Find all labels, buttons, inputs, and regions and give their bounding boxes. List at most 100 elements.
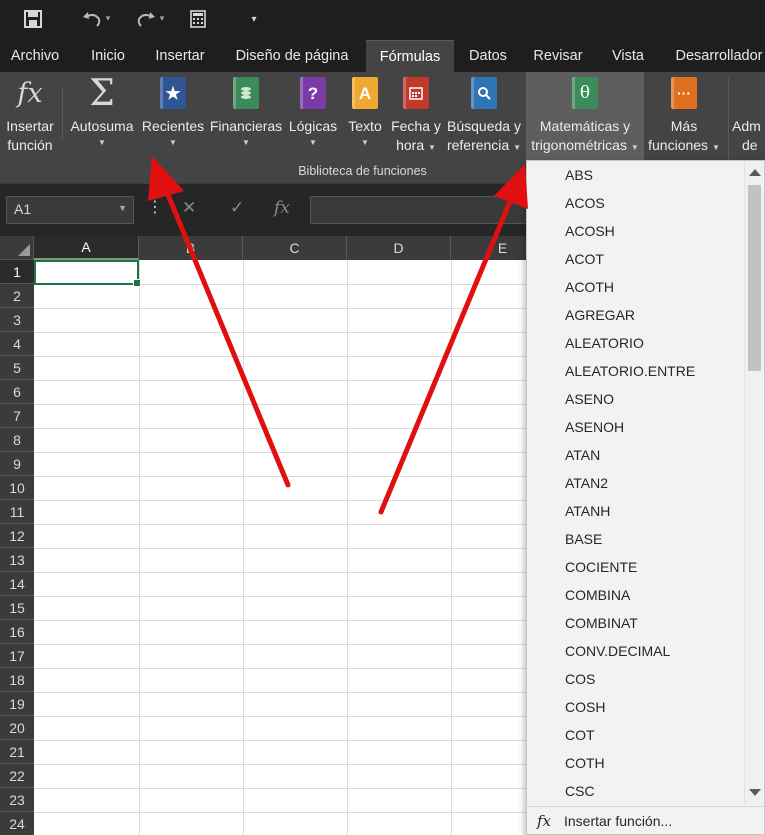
row-header[interactable]: 11: [0, 500, 34, 524]
redo-icon: [137, 12, 155, 27]
name-box-value: A1: [14, 201, 32, 217]
calendar-book-icon: [401, 76, 431, 110]
more-functions-button[interactable]: ··· Más funciones ▼: [646, 76, 722, 164]
row-header[interactable]: 12: [0, 524, 34, 548]
function-list-item[interactable]: ATANH: [527, 497, 745, 525]
row-header[interactable]: 24: [0, 812, 34, 835]
row-header[interactable]: 18: [0, 668, 34, 692]
financial-button[interactable]: Financieras ▼: [208, 76, 284, 164]
row-header[interactable]: 2: [0, 284, 34, 308]
name-box[interactable]: A1 ▼: [6, 196, 134, 224]
function-list-item[interactable]: ATAN: [527, 441, 745, 469]
lookup-button[interactable]: Búsqueda y referencia ▼: [444, 76, 524, 164]
column-header-c[interactable]: C: [243, 236, 347, 260]
insert-function-button[interactable]: fx Insertar función: [0, 76, 60, 164]
row-header[interactable]: 5: [0, 356, 34, 380]
insert-function-menu-item[interactable]: fx Insertar función...: [527, 806, 764, 835]
select-all-corner[interactable]: [0, 236, 34, 260]
function-list-item[interactable]: ACOT: [527, 245, 745, 273]
function-list-item[interactable]: CSC: [527, 777, 745, 804]
cancel-icon[interactable]: ✕: [182, 198, 196, 218]
row-header[interactable]: 19: [0, 692, 34, 716]
text-button[interactable]: A Texto ▼: [342, 76, 388, 164]
sigma-icon: Σ: [89, 72, 115, 114]
tab-inicio[interactable]: Inicio: [82, 40, 134, 72]
tab-formulas[interactable]: Fórmulas: [366, 40, 454, 72]
function-list-item[interactable]: ALEATORIO: [527, 329, 745, 357]
function-list-item[interactable]: ASENOH: [527, 413, 745, 441]
row-header[interactable]: 17: [0, 644, 34, 668]
row-header[interactable]: 15: [0, 596, 34, 620]
row-header[interactable]: 8: [0, 428, 34, 452]
row-header[interactable]: 7: [0, 404, 34, 428]
row-header[interactable]: 9: [0, 452, 34, 476]
row-header[interactable]: 14: [0, 572, 34, 596]
chevron-down-icon: ▾: [159, 14, 165, 24]
chevron-down-icon: ▼: [361, 138, 369, 147]
tab-datos[interactable]: Datos: [460, 40, 516, 72]
row-header[interactable]: 22: [0, 764, 34, 788]
quick-access-toolbar: ▾ ▾ ▾: [0, 0, 765, 40]
tab-archivo[interactable]: Archivo: [4, 40, 66, 72]
row-header[interactable]: 16: [0, 620, 34, 644]
row-header[interactable]: 4: [0, 332, 34, 356]
more-options-icon[interactable]: ⋮: [147, 197, 163, 216]
function-list-item[interactable]: BASE: [527, 525, 745, 553]
function-list-item[interactable]: COMBINAT: [527, 609, 745, 637]
column-gridline: [139, 260, 140, 835]
math-trig-label-1: Matemáticas y: [539, 118, 631, 134]
dropdown-scrollbar[interactable]: [744, 161, 764, 804]
function-list-item[interactable]: COSH: [527, 693, 745, 721]
tab-diseno-pagina[interactable]: Diseño de página: [224, 40, 360, 72]
row-header[interactable]: 13: [0, 548, 34, 572]
redo-button[interactable]: ▾: [128, 6, 172, 32]
math-trig-label-2: trigonométricas ▼: [531, 137, 639, 153]
tab-vista[interactable]: Vista: [602, 40, 654, 72]
datetime-button[interactable]: Fecha y hora ▼: [390, 76, 442, 164]
active-cell-a1[interactable]: [34, 260, 141, 287]
function-list-item[interactable]: ALEATORIO.ENTRE: [527, 357, 745, 385]
insert-function-label-1: Insertar: [6, 118, 54, 134]
save-icon[interactable]: [20, 6, 46, 32]
function-list-item[interactable]: ACOS: [527, 189, 745, 217]
function-list-item[interactable]: ASENO: [527, 385, 745, 413]
function-list-item[interactable]: CONV.DECIMAL: [527, 637, 745, 665]
logical-button[interactable]: ? Lógicas ▼: [286, 76, 340, 164]
undo-button[interactable]: ▾: [74, 6, 118, 32]
row-header[interactable]: 1: [0, 260, 34, 284]
name-manager-button[interactable]: Adm de: [732, 76, 765, 164]
function-list-item[interactable]: ABS: [527, 161, 745, 189]
row-header[interactable]: 3: [0, 308, 34, 332]
scroll-down-icon[interactable]: [749, 789, 761, 796]
fx-icon[interactable]: fx: [274, 198, 290, 218]
column-header-b[interactable]: B: [139, 236, 243, 260]
function-list-item[interactable]: COCIENTE: [527, 553, 745, 581]
row-header[interactable]: 21: [0, 740, 34, 764]
recent-label: Recientes: [141, 118, 205, 134]
row-header[interactable]: 20: [0, 716, 34, 740]
autosum-button[interactable]: Σ Autosuma ▼: [66, 72, 138, 164]
function-list-item[interactable]: COTH: [527, 749, 745, 777]
scroll-thumb[interactable]: [748, 185, 761, 371]
function-list-item[interactable]: AGREGAR: [527, 301, 745, 329]
tab-revisar[interactable]: Revisar: [526, 40, 590, 72]
calculator-icon[interactable]: [186, 6, 210, 32]
scroll-up-icon[interactable]: [749, 169, 761, 176]
math-trig-button[interactable]: θ Matemáticas y trigonométricas ▼: [526, 72, 644, 164]
customize-icon[interactable]: ▾: [246, 6, 262, 32]
row-header[interactable]: 6: [0, 380, 34, 404]
function-list-item[interactable]: ACOTH: [527, 273, 745, 301]
function-list-item[interactable]: COT: [527, 721, 745, 749]
enter-icon[interactable]: ✓: [230, 198, 244, 218]
function-list-item[interactable]: ACOSH: [527, 217, 745, 245]
function-list-item[interactable]: COMBINA: [527, 581, 745, 609]
tab-insertar[interactable]: Insertar: [146, 40, 214, 72]
function-list-item[interactable]: COS: [527, 665, 745, 693]
column-header-a[interactable]: A: [34, 236, 139, 260]
column-header-d[interactable]: D: [347, 236, 451, 260]
row-header[interactable]: 10: [0, 476, 34, 500]
function-list-item[interactable]: ATAN2: [527, 469, 745, 497]
recent-button[interactable]: ★ Recientes ▼: [140, 76, 206, 164]
tab-desarrollador[interactable]: Desarrollador: [664, 40, 765, 72]
row-header[interactable]: 23: [0, 788, 34, 812]
